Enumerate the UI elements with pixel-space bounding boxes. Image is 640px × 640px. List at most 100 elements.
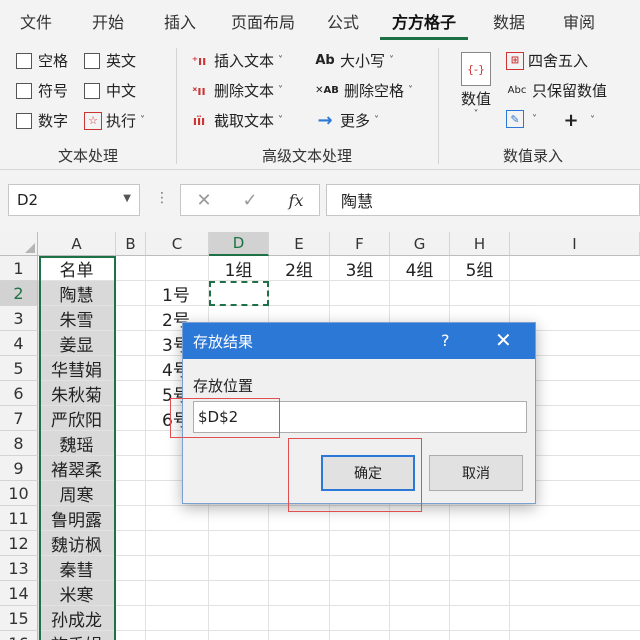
- tab-page-layout[interactable]: 页面布局: [216, 0, 310, 42]
- location-input[interactable]: [193, 401, 527, 433]
- row-header-13[interactable]: 13: [0, 556, 38, 581]
- row-header-6[interactable]: 6: [0, 381, 38, 406]
- more-button[interactable]: → 更多 ˅: [314, 110, 379, 131]
- row-header-1[interactable]: 1: [0, 256, 38, 281]
- select-all-corner[interactable]: [0, 232, 38, 256]
- cell-name[interactable]: 周寒: [38, 481, 115, 506]
- value-button[interactable]: {-} 数值 ˅: [456, 52, 496, 120]
- cell-name[interactable]: 朱雪: [38, 306, 115, 331]
- confirm-icon[interactable]: ✓: [243, 190, 258, 211]
- tab-home[interactable]: 开始: [72, 0, 144, 42]
- column-header-e[interactable]: E: [269, 232, 330, 256]
- cell-group-header[interactable]: 5组: [450, 256, 509, 281]
- checkbox-box[interactable]: [16, 82, 32, 99]
- row-header-11[interactable]: 11: [0, 506, 38, 531]
- cell-name[interactable]: 孙成龙: [38, 606, 115, 631]
- row-header-4[interactable]: 4: [0, 331, 38, 356]
- tab-file[interactable]: 文件: [0, 0, 72, 42]
- tab-insert[interactable]: 插入: [144, 0, 216, 42]
- value-icon: {-}: [461, 52, 491, 86]
- tab-review[interactable]: 审阅: [546, 0, 612, 42]
- chevron-down-icon[interactable]: ▼: [123, 193, 131, 204]
- cell-name[interactable]: 魏访枫: [38, 531, 115, 556]
- table-edit-button[interactable]: ✎ ˅: [506, 110, 537, 128]
- execute-button[interactable]: ☆ 执行 ˅: [84, 110, 145, 131]
- chevron-down-icon: ˅: [532, 113, 537, 125]
- cell-name[interactable]: 秦彗: [38, 556, 115, 581]
- checkbox-box[interactable]: [84, 82, 100, 99]
- row-gridline: [38, 555, 640, 556]
- cell-name[interactable]: 魏瑶: [38, 431, 115, 456]
- case-icon: Ab: [315, 53, 335, 68]
- column-header-i[interactable]: I: [510, 232, 640, 256]
- ribbon-panel: 空格 英文 符号 中文 数字 ☆ 执行 ˅ 文本处理 ⁺ıı 插入文本 ˅ ˣıı …: [0, 42, 640, 170]
- checkbox-label: 数字: [38, 112, 69, 130]
- change-case-button[interactable]: Ab 大小写 ˅: [314, 50, 394, 71]
- cancel-icon[interactable]: ✕: [196, 190, 211, 211]
- column-header-g[interactable]: G: [390, 232, 450, 256]
- row-header-8[interactable]: 8: [0, 431, 38, 456]
- name-box[interactable]: D2 ▼: [8, 184, 140, 216]
- cell-name[interactable]: 严欣阳: [38, 406, 115, 431]
- column-header-a[interactable]: A: [38, 232, 116, 256]
- cell-name[interactable]: 鲁明露: [38, 506, 115, 531]
- checkbox-box[interactable]: [84, 52, 100, 69]
- cell-name[interactable]: 朱秋菊: [38, 381, 115, 406]
- cell-group-header[interactable]: 2组: [269, 256, 329, 281]
- extract-text-button[interactable]: ıїı 截取文本 ˅: [188, 110, 283, 131]
- formula-input[interactable]: 陶慧: [326, 184, 640, 216]
- checkbox-space[interactable]: 空格: [16, 50, 68, 71]
- row-header-12[interactable]: 12: [0, 531, 38, 556]
- checkbox-box[interactable]: [16, 52, 32, 69]
- cell-name[interactable]: 施秀娟: [38, 631, 115, 640]
- column-gridline: [145, 256, 146, 640]
- keep-values-button[interactable]: Abc 只保留数值: [506, 80, 607, 101]
- row-header-9[interactable]: 9: [0, 456, 38, 481]
- remove-spaces-button[interactable]: ✕AB 删除空格 ˅: [314, 80, 413, 101]
- checkbox-symbol[interactable]: 符号: [16, 80, 68, 101]
- checkbox-number[interactable]: 数字: [16, 110, 68, 131]
- add-button[interactable]: + ˅: [560, 110, 595, 131]
- round-button[interactable]: ⊞ 四舍五入: [506, 50, 588, 71]
- column-header-h[interactable]: H: [450, 232, 510, 256]
- cancel-button[interactable]: 取消: [429, 455, 523, 491]
- checkbox-chinese[interactable]: 中文: [84, 80, 136, 101]
- ok-button[interactable]: 确定: [321, 455, 415, 491]
- cell-name[interactable]: 褚翠柔: [38, 456, 115, 481]
- group-label-advanced: 高级文本处理: [261, 147, 352, 165]
- cell-name[interactable]: 陶慧: [38, 281, 115, 306]
- chevron-down-icon: ˅: [473, 109, 479, 120]
- cell-name[interactable]: 米寒: [38, 581, 115, 606]
- insert-text-button[interactable]: ⁺ıı 插入文本 ˅: [188, 50, 283, 71]
- formula-bar-grip-icon[interactable]: ⋮: [155, 190, 169, 206]
- tab-formulas[interactable]: 公式: [310, 0, 376, 42]
- column-header-c[interactable]: C: [146, 232, 209, 256]
- cell-group-header[interactable]: 3组: [330, 256, 389, 281]
- row-header-16[interactable]: 16: [0, 631, 38, 640]
- help-icon[interactable]: ?: [441, 331, 450, 350]
- cell-a1-header[interactable]: 名单: [38, 256, 115, 281]
- row-header-14[interactable]: 14: [0, 581, 38, 606]
- close-icon[interactable]: ✕: [495, 328, 512, 352]
- tab-fangfang-gezi[interactable]: 方方格子: [376, 0, 472, 42]
- keep-values-label: 只保留数值: [532, 82, 608, 100]
- column-header-d[interactable]: D: [209, 232, 269, 256]
- column-header-b[interactable]: B: [116, 232, 146, 256]
- cell-number-label[interactable]: 1号: [162, 281, 202, 306]
- cell-name[interactable]: 华彗娟: [38, 356, 115, 381]
- tab-data[interactable]: 数据: [472, 0, 546, 42]
- row-header-15[interactable]: 15: [0, 606, 38, 631]
- row-header-2[interactable]: 2: [0, 281, 38, 306]
- row-header-10[interactable]: 10: [0, 481, 38, 506]
- cell-group-header[interactable]: 4组: [390, 256, 449, 281]
- column-header-f[interactable]: F: [330, 232, 390, 256]
- cell-name[interactable]: 姜显: [38, 331, 115, 356]
- insert-function-icon[interactable]: fx: [289, 191, 304, 210]
- checkbox-english[interactable]: 英文: [84, 50, 136, 71]
- row-header-5[interactable]: 5: [0, 356, 38, 381]
- row-header-7[interactable]: 7: [0, 406, 38, 431]
- cell-group-header[interactable]: 1组: [209, 256, 268, 281]
- delete-text-button[interactable]: ˣıı 删除文本 ˅: [188, 80, 283, 101]
- checkbox-box[interactable]: [16, 112, 32, 129]
- row-header-3[interactable]: 3: [0, 306, 38, 331]
